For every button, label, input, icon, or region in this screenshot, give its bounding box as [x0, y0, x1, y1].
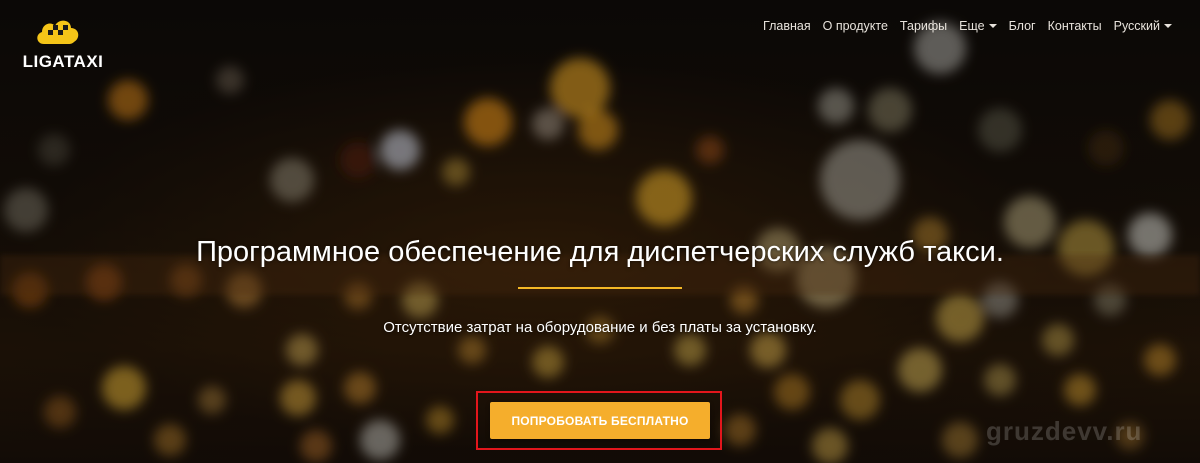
nav-item-about[interactable]: О продукте — [817, 18, 894, 34]
hero-headline: Программное обеспечение для диспетчерски… — [196, 236, 1004, 268]
chevron-down-icon — [1164, 24, 1172, 28]
nav-item-contacts[interactable]: Контакты — [1042, 18, 1108, 34]
headline-divider — [518, 287, 682, 289]
nav-item-more[interactable]: Еще — [953, 18, 1002, 34]
nav-item-label: Главная — [763, 19, 811, 33]
language-selector[interactable]: Русский — [1108, 18, 1178, 34]
logo[interactable]: LIGATAXI — [18, 14, 108, 74]
logo-text: LIGATAXI — [22, 52, 104, 71]
main-nav: Главная О продукте Тарифы Еще Блог Конта… — [757, 18, 1178, 34]
try-free-button[interactable]: ПОПРОБОВАТЬ БЕСПЛАТНО — [490, 402, 710, 439]
nav-item-label: О продукте — [822, 19, 888, 33]
watermark: gruzdevv.ru — [986, 416, 1143, 446]
language-label: Русский — [1113, 19, 1160, 33]
hero-subtitle: Отсутствие затрат на оборудование и без … — [383, 319, 817, 336]
nav-item-home[interactable]: Главная — [757, 18, 817, 34]
nav-item-blog[interactable]: Блог — [1003, 18, 1042, 34]
nav-item-label: Еще — [959, 19, 985, 33]
nav-item-label: Контакты — [1047, 19, 1102, 33]
taxi-cloud-icon — [37, 20, 79, 44]
nav-item-label: Тарифы — [899, 19, 948, 33]
chevron-down-icon — [988, 24, 997, 28]
nav-item-pricing[interactable]: Тарифы — [894, 18, 953, 34]
nav-item-label: Блог — [1008, 19, 1036, 33]
